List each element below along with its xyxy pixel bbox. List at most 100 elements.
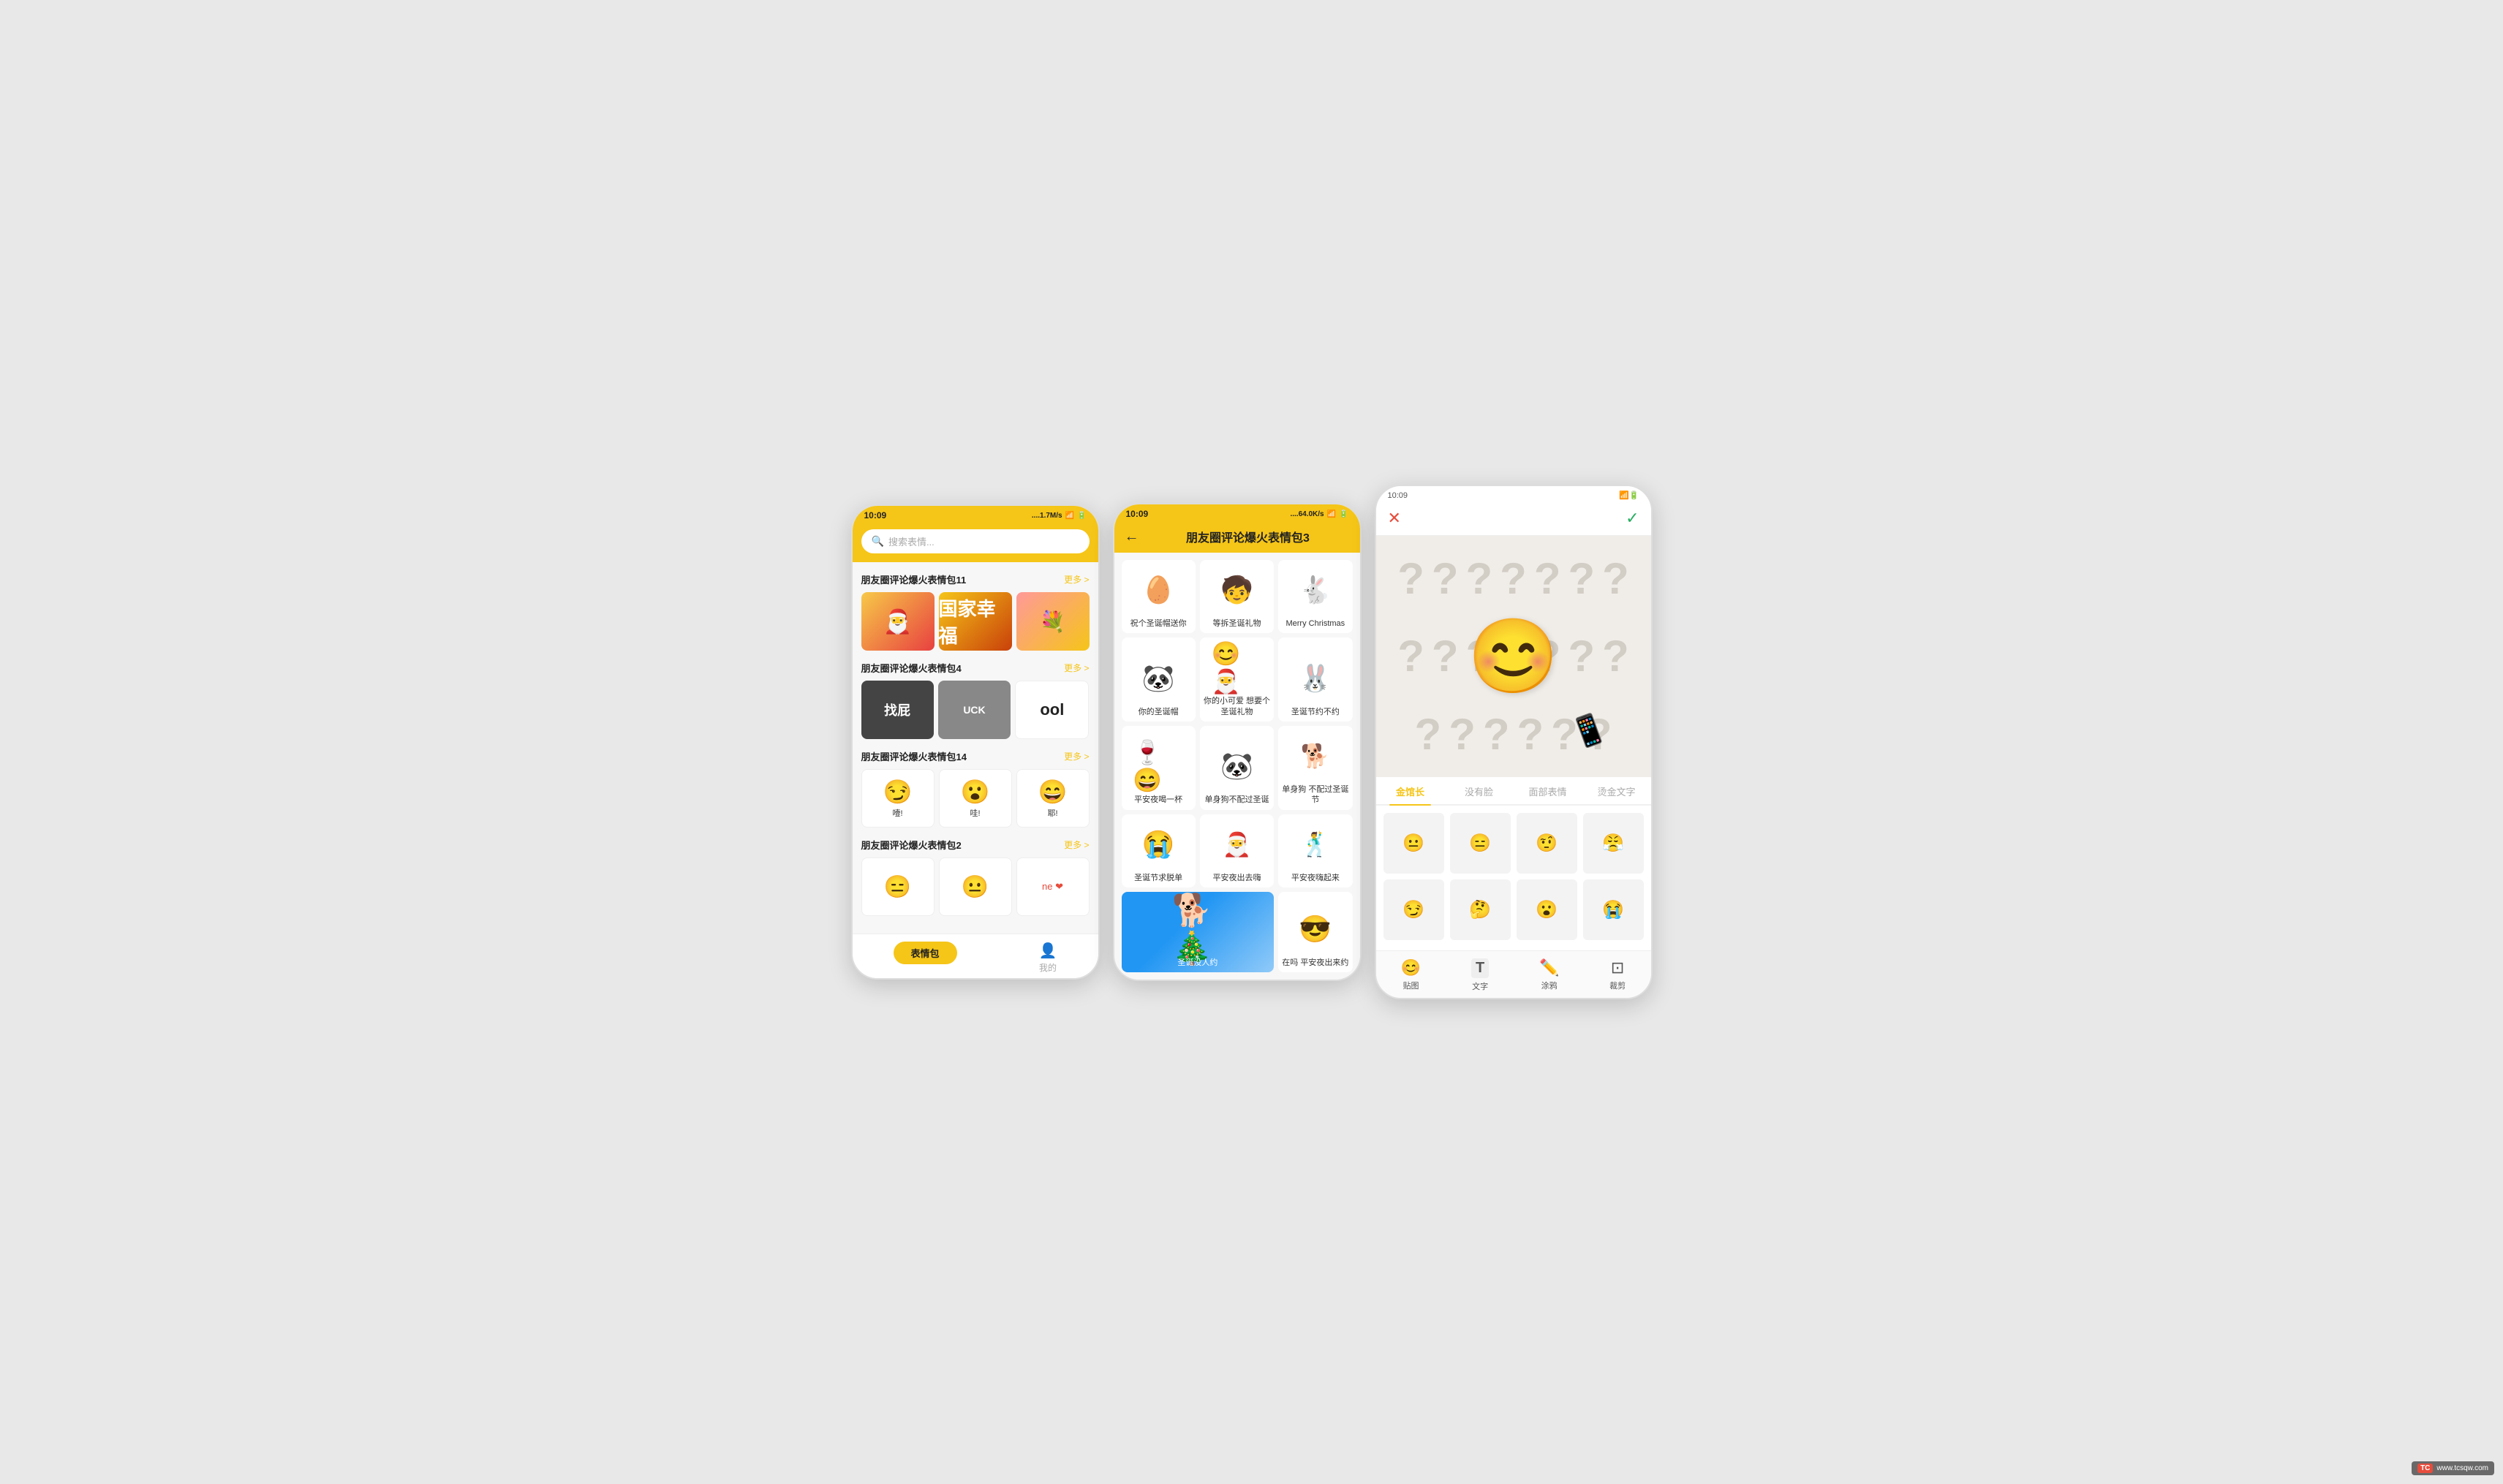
section-title-4: 朋友圈评论爆火表情包2 xyxy=(861,838,962,852)
sticker-thumb-2-1[interactable]: 找屁 xyxy=(861,681,934,739)
tab-mine[interactable]: 👤 我的 xyxy=(1039,942,1057,974)
draw-tool-label: 涂鸦 xyxy=(1541,980,1558,991)
main-image-area: ????? ????? ????? ????? 😊 📱 xyxy=(1376,536,1651,777)
sticker-cell-5[interactable]: 😊🎅 你的小可爱 想要个圣诞礼物 xyxy=(1200,637,1274,722)
signal-icons-1: ....1.7M/s 📶 🔋 xyxy=(1032,512,1087,520)
section-header-4: 朋友圈评论爆火表情包2 更多 > xyxy=(861,838,1090,852)
tab-jinguanzhang[interactable]: 金馆长 xyxy=(1376,777,1445,804)
time-2: 10:09 xyxy=(1126,509,1149,519)
sticker-cell-14[interactable]: 😎 在吗 平安夜出来约 xyxy=(1278,892,1352,972)
sticker-img-5: 😊🎅 xyxy=(1211,642,1262,693)
tab-noface[interactable]: 没有脸 xyxy=(1445,777,1514,804)
sticker-img-7: 🍷😄 xyxy=(1133,741,1184,792)
status-bar-3: 10:09 📶🔋 xyxy=(1376,486,1651,503)
section-title-3: 朋友圈评论爆火表情包14 xyxy=(861,749,967,763)
sticker-cell-12[interactable]: 🕺 平安夜嗨起来 xyxy=(1278,814,1352,887)
sticker-img-14: 😎 xyxy=(1290,904,1341,955)
sticker-panel-grid: 😐 😑 🤨 😤 😏 🤔 😮 😭 xyxy=(1383,813,1644,940)
panel-sticker-1[interactable]: 😐 xyxy=(1383,813,1444,874)
tool-text[interactable]: T 文字 xyxy=(1471,958,1489,992)
status-icons-3: 📶🔋 xyxy=(1619,491,1639,500)
sticker-label-7: 平安夜喝一杯 xyxy=(1134,795,1182,805)
sticker-cell-2[interactable]: 🧒 等拆圣诞礼物 xyxy=(1200,560,1274,633)
sticker-img-10: 😭 xyxy=(1133,819,1184,870)
center-emoji: 😊 xyxy=(1468,614,1559,700)
tool-sticker[interactable]: 😊 贴图 xyxy=(1401,958,1421,992)
sticker-label-3: Merry Christmas xyxy=(1286,618,1345,629)
tab-face-expression[interactable]: 面部表情 xyxy=(1514,777,1582,804)
sticker-pack-btn[interactable]: 表情包 xyxy=(894,942,957,964)
check-button[interactable]: ✓ xyxy=(1626,509,1639,528)
sticker-cell-6[interactable]: 🐰 圣诞节约不约 xyxy=(1278,637,1352,722)
section-header-2: 朋友圈评论爆火表情包4 更多 > xyxy=(861,661,1090,675)
phone2-header: ← 朋友圈评论爆火表情包3 xyxy=(1114,522,1360,553)
sticker-panel: 😐 😑 🤨 😤 😏 🤔 😮 😭 xyxy=(1376,806,1651,950)
sticker-row-3: 😏 噎! 😮 哇! 😄 耶! xyxy=(861,769,1090,828)
sticker-cell-13[interactable]: 🐕🎄 圣诞没人约 xyxy=(1122,892,1275,972)
sticker-thumb-4-3[interactable]: ne ❤ xyxy=(1016,858,1090,916)
signal-text-1: ....1.7M/s xyxy=(1032,512,1062,520)
tab-label-3: 面部表情 xyxy=(1528,787,1566,798)
section-more-4[interactable]: 更多 > xyxy=(1064,838,1089,851)
sticker-cell-8[interactable]: 🐼 单身狗不配过圣诞 xyxy=(1200,726,1274,810)
sticker-thumb-1-3[interactable]: 💐 xyxy=(1016,592,1090,651)
sticker-tool-icon: 😊 xyxy=(1401,958,1421,977)
panel-sticker-7[interactable]: 😮 xyxy=(1517,879,1577,940)
phone2-body: 🥚 祝个圣诞帽送你 🧒 等拆圣诞礼物 🐇 Merry Christmas 🐼 你… xyxy=(1114,553,1360,980)
section-more-1[interactable]: 更多 > xyxy=(1064,573,1089,586)
sticker-label-9: 单身狗 不配过圣诞节 xyxy=(1281,784,1349,806)
sticker-cell-10[interactable]: 😭 圣诞节求脱单 xyxy=(1122,814,1196,887)
sticker-row-1: 🎅 国家幸福 💐 xyxy=(861,592,1090,651)
tab-sticker-pack[interactable]: 表情包 xyxy=(894,942,957,974)
tool-draw[interactable]: ✏️ 涂鸦 xyxy=(1539,958,1559,992)
sticker-thumb-3-2[interactable]: 😮 哇! xyxy=(939,769,1012,828)
sticker-img-12: 🕺 xyxy=(1290,819,1341,870)
phone-1: 10:09 ....1.7M/s 📶 🔋 🔍 搜索表情... 朋友圈评论爆火表情… xyxy=(851,504,1100,980)
section-header-3: 朋友圈评论爆火表情包14 更多 > xyxy=(861,749,1090,763)
sticker-grid: 🥚 祝个圣诞帽送你 🧒 等拆圣诞礼物 🐇 Merry Christmas 🐼 你… xyxy=(1122,560,1353,972)
sticker-thumb-4-2[interactable]: 😐 xyxy=(939,858,1012,916)
phone1-bottom-bar: 表情包 👤 我的 xyxy=(853,934,1098,978)
sticker-img-8: 🐼 xyxy=(1211,741,1262,792)
sticker-cell-11[interactable]: 🎅 平安夜出去嗨 xyxy=(1200,814,1274,887)
signal-icons-2: ....64.0K/s 📶 🔋 xyxy=(1290,510,1348,518)
tc-logo: TC xyxy=(2417,1464,2433,1473)
battery-icon: 🔋 xyxy=(1077,512,1086,520)
panel-sticker-8[interactable]: 😭 xyxy=(1583,879,1644,940)
section-header-1: 朋友圈评论爆火表情包11 更多 > xyxy=(861,572,1090,586)
panel-sticker-5[interactable]: 😏 xyxy=(1383,879,1444,940)
wifi-icon: 📶 xyxy=(1065,512,1074,520)
sticker-img-11: 🎅 xyxy=(1211,819,1262,870)
sticker-thumb-3-1[interactable]: 😏 噎! xyxy=(861,769,935,828)
tab-gold-text[interactable]: 烫金文字 xyxy=(1582,777,1651,804)
sticker-thumb-1-1[interactable]: 🎅 xyxy=(861,592,935,651)
panel-sticker-4[interactable]: 😤 xyxy=(1583,813,1644,874)
sticker-img-13: 🐕🎄 xyxy=(1172,904,1223,955)
sticker-cell-3[interactable]: 🐇 Merry Christmas xyxy=(1278,560,1352,633)
tab-label-2: 没有脸 xyxy=(1465,787,1493,798)
sticker-thumb-3-3[interactable]: 😄 耶! xyxy=(1016,769,1090,828)
back-button[interactable]: ← xyxy=(1125,529,1139,545)
close-button[interactable]: ✕ xyxy=(1388,509,1401,528)
sticker-cell-9[interactable]: 🐕 单身狗 不配过圣诞节 xyxy=(1278,726,1352,810)
sticker-thumb-4-1[interactable]: 😑 xyxy=(861,858,935,916)
panel-sticker-3[interactable]: 🤨 xyxy=(1517,813,1577,874)
sticker-label-13: 圣诞没人约 xyxy=(1177,958,1217,968)
sticker-img-9: 🐕 xyxy=(1290,730,1341,781)
search-bar[interactable]: 🔍 搜索表情... xyxy=(861,529,1090,553)
section-more-3[interactable]: 更多 > xyxy=(1064,750,1089,762)
sticker-thumb-2-3[interactable]: ool xyxy=(1015,681,1089,739)
sticker-cell-7[interactable]: 🍷😄 平安夜喝一杯 xyxy=(1122,726,1196,810)
sticker-img-2: 🧒 xyxy=(1211,564,1262,616)
time-3: 10:09 xyxy=(1388,491,1408,500)
sticker-cell-4[interactable]: 🐼 你的圣诞帽 xyxy=(1122,637,1196,722)
panel-sticker-6[interactable]: 🤔 xyxy=(1450,879,1511,940)
sticker-img-4: 🐼 xyxy=(1133,653,1184,704)
tool-crop[interactable]: ⊡ 裁剪 xyxy=(1609,958,1626,992)
section-more-2[interactable]: 更多 > xyxy=(1064,662,1089,674)
sticker-thumb-2-2[interactable]: UCK xyxy=(938,681,1011,739)
panel-sticker-2[interactable]: 😑 xyxy=(1450,813,1511,874)
crop-tool-label: 裁剪 xyxy=(1609,980,1626,991)
sticker-cell-1[interactable]: 🥚 祝个圣诞帽送你 xyxy=(1122,560,1196,633)
sticker-thumb-1-2[interactable]: 国家幸福 xyxy=(939,592,1012,651)
